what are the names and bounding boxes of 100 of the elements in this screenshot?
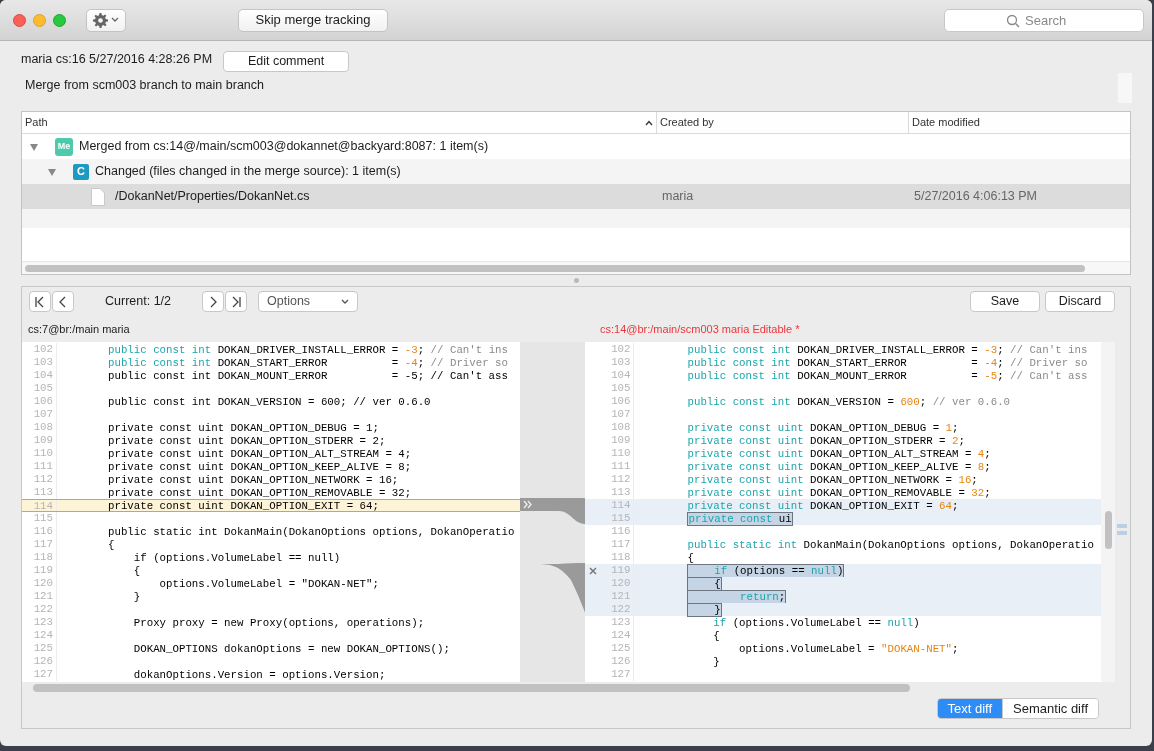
close-button[interactable]: [13, 13, 26, 27]
line-number: 118: [611, 551, 631, 563]
column-header-cell[interactable]: Created by: [657, 112, 909, 133]
line-number: 123: [33, 616, 53, 628]
first-icon: [34, 295, 46, 308]
changeset-info: maria cs:16 5/27/2016 4:28:26 PM: [21, 51, 213, 69]
vertical-scrollbar[interactable]: [1104, 511, 1112, 549]
code-line: private const uint DOKAN_OPTION_REMOVABLE = 32;: [108, 486, 412, 499]
line-number: 103: [611, 356, 631, 368]
line-number: 109: [33, 434, 53, 446]
zoom-button[interactable]: [53, 13, 66, 27]
code-line: }: [132, 590, 141, 603]
pane-header: cs:7@br:/main maria: [28, 322, 130, 335]
horizontal-scrollbar[interactable]: [25, 264, 1085, 272]
code-line: private const uint DOKAN_OPTION_REMOVABLE = 32;: [687, 486, 991, 499]
code-line: private const uint DOKAN_OPTION_EXIT = 64;: [687, 499, 959, 512]
line-number: 121: [611, 590, 631, 602]
save-button[interactable]: Save: [970, 291, 1040, 312]
item-path: Merged from cs:14@/main/scm003@dokannet@backyard:8087: 1 item(s): [79, 138, 489, 156]
line-number: 124: [611, 629, 631, 641]
code-line: dokanOptions.Version = options.Version;: [132, 668, 386, 681]
minimize-button[interactable]: [33, 13, 46, 27]
code-line: private const uint DOKAN_OPTION_DEBUG = 1;: [687, 421, 959, 434]
diff-mode-tab[interactable]: Semantic diff: [1002, 699, 1098, 718]
code-line: {: [132, 564, 141, 577]
line-number: 117: [611, 538, 631, 550]
line-number: 106: [33, 395, 53, 407]
discard-change-icon[interactable]: [589, 566, 598, 575]
code-line: private const uint DOKAN_OPTION_KEEP_ALIVE = 8;: [687, 460, 991, 473]
line-number: 107: [611, 408, 631, 420]
horizontal-scrollbar[interactable]: [33, 684, 910, 692]
line-number: 121: [33, 590, 53, 602]
line-number: 105: [33, 382, 53, 394]
line-number: 125: [33, 642, 53, 654]
code-line: if (options.VolumeLabel == null): [712, 616, 920, 629]
date-modified-cell: 5/27/2016 4:06:13 PM: [914, 189, 1037, 204]
code-line: public const int DOKAN_MOUNT_ERROR = -5; // Can't ass: [687, 369, 1088, 382]
line-number: 120: [33, 577, 53, 589]
line-number: 119: [33, 564, 53, 576]
code-line: private const uint DOKAN_OPTION_ALT_STREAM = 4;: [108, 447, 412, 460]
code-line: public const int DOKAN_START_ERROR = -4; // Driver so: [108, 356, 508, 369]
code-line: public static int DokanMain(DokanOptions options, DokanOperatio: [687, 538, 1094, 551]
line-number: 103: [33, 356, 53, 368]
search-field[interactable]: Search: [944, 8, 1144, 32]
line-number: 120: [611, 577, 631, 589]
edit-comment-button[interactable]: Edit comment: [223, 51, 350, 72]
first-difference-button[interactable]: [29, 291, 51, 312]
line-number: 108: [33, 421, 53, 433]
code-line: public const int DOKAN_VERSION = 600; // ver 0.6.0: [687, 395, 1011, 408]
line-number: 125: [611, 642, 631, 654]
column-header-cell[interactable]: Path: [22, 112, 657, 133]
code-line: public const int DOKAN_VERSION = 600; // ver 0.6.0: [108, 395, 431, 408]
line-number: 118: [33, 551, 53, 563]
tree-row[interactable]: C Changed (files changed in the merge source): 1 item(s): [22, 159, 1130, 184]
code-line: if (options.VolumeLabel == null): [132, 551, 341, 564]
line-number: 113: [33, 486, 53, 498]
sort-ascending-icon[interactable]: [645, 119, 653, 126]
line-number: 112: [33, 473, 53, 485]
next-difference-button[interactable]: [202, 291, 224, 312]
code-line: private const uint DOKAN_OPTION_KEEP_ALIVE = 8;: [108, 460, 412, 473]
options-dropdown[interactable]: Options: [258, 291, 358, 312]
code-line: private const uint DOKAN_OPTION_STDERR = 2;: [108, 434, 386, 447]
line-number: 114: [33, 500, 53, 512]
line-number: 104: [33, 369, 53, 381]
line-number: 116: [611, 525, 631, 537]
code-line: public const int DOKAN_DRIVER_INSTALL_ERROR = -3; // Can't ins: [687, 343, 1088, 356]
code-line: DOKAN_OPTIONS dokanOptions = new DOKAN_OPTIONS();: [132, 642, 450, 655]
expanded-triangle-icon[interactable]: [47, 166, 57, 177]
previous-difference-button[interactable]: [52, 291, 74, 312]
code-line: Proxy proxy = new Proxy(options, operations);: [132, 616, 425, 629]
chevron-down-icon: [111, 17, 119, 23]
merge-arrow-icon[interactable]: [523, 500, 534, 509]
expanded-triangle-icon[interactable]: [29, 141, 39, 152]
last-difference-button[interactable]: [225, 291, 247, 312]
code-line: private const uint DOKAN_OPTION_STDERR = 2;: [687, 434, 965, 447]
code-line: {: [108, 538, 115, 551]
line-number: 110: [33, 447, 53, 459]
line-number: 124: [33, 629, 53, 641]
discard-button[interactable]: Discard: [1045, 291, 1115, 312]
line-number: 115: [611, 512, 631, 524]
changeset-comment: Merge from scm003 branch to main branch: [25, 77, 265, 94]
skip-merge-tracking-button[interactable]: Skip merge tracking: [238, 8, 388, 32]
diff-overview-marks: [1117, 524, 1128, 535]
code-line: public static int DokanMain(DokanOptions options, DokanOperatio: [108, 525, 515, 538]
line-number: 105: [611, 382, 631, 394]
line-number: 127: [611, 668, 631, 680]
line-number: 127: [33, 668, 53, 680]
line-number: 122: [33, 603, 53, 615]
settings-menu-button[interactable]: [86, 8, 126, 32]
line-number: 114: [611, 499, 631, 511]
tree-row[interactable]: /DokanNet/Properties/DokanNet.cs maria 5/27/2016 4:06:13 PM: [22, 184, 1130, 209]
splitter-handle[interactable]: [573, 278, 579, 283]
code-line: {: [712, 629, 720, 642]
current-difference-label: Current: 1/2: [105, 293, 172, 311]
column-header: Date modified: [912, 115, 980, 131]
code-line: options.VolumeLabel = "DOKAN-NET";: [158, 577, 379, 590]
code-line: private const uint DOKAN_OPTION_NETWORK = 16;: [687, 473, 978, 486]
code-line: }: [712, 655, 720, 668]
column-header: Path: [25, 115, 48, 131]
changed-badge: C: [73, 163, 89, 180]
